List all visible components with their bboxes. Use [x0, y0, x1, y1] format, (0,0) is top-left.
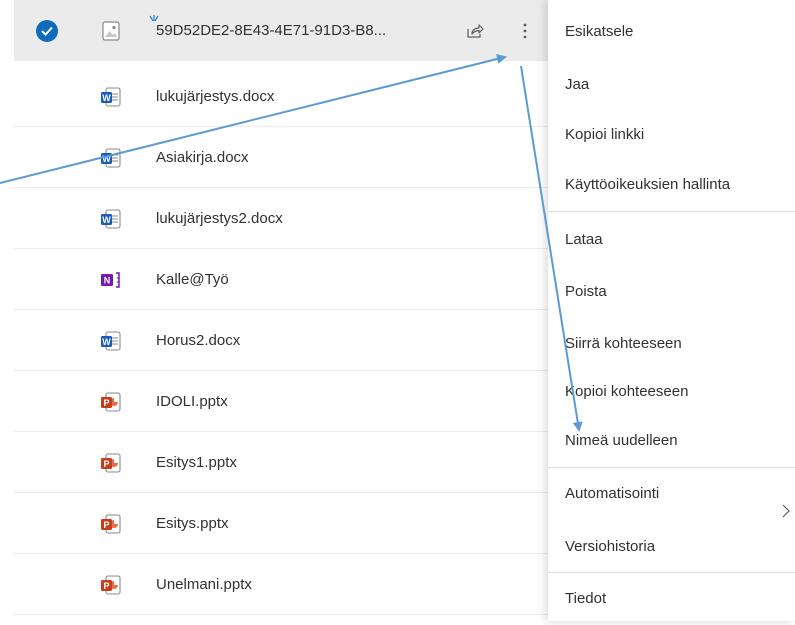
- file-row[interactable]: W Horus2.docx: [14, 310, 548, 371]
- menu-item-automate-label: Automatisointi: [565, 485, 660, 502]
- file-name[interactable]: Unelmani.pptx: [156, 554, 252, 615]
- menu-item-version-history[interactable]: Versiohistoria: [548, 520, 795, 573]
- powerpoint-file-icon: P: [100, 391, 122, 413]
- svg-text:P: P: [103, 398, 109, 408]
- svg-text:W: W: [102, 337, 111, 347]
- menu-item-copy-link[interactable]: Kopioi linkki: [548, 108, 795, 161]
- menu-divider: [548, 211, 795, 212]
- file-name[interactable]: Horus2.docx: [156, 310, 240, 371]
- svg-text:P: P: [103, 581, 109, 591]
- menu-item-move-to[interactable]: Siirrä kohteeseen: [548, 317, 795, 370]
- powerpoint-file-icon: P: [100, 574, 122, 596]
- file-row-selected[interactable]: 59D52DE2-8E43-4E71-91D3-B8...: [14, 0, 548, 61]
- menu-item-preview[interactable]: Esikatsele: [548, 5, 795, 58]
- powerpoint-file-icon: P: [100, 513, 122, 535]
- chevron-right-icon: [781, 487, 791, 518]
- menu-item-automate[interactable]: Automatisointi: [548, 467, 795, 520]
- menu-item-manage-access[interactable]: Käyttöoikeuksien hallinta: [548, 158, 795, 211]
- file-name[interactable]: IDOLI.pptx: [156, 371, 228, 432]
- file-row[interactable]: P Esitys1.pptx: [14, 432, 548, 493]
- word-file-icon: W: [100, 86, 122, 108]
- menu-item-details[interactable]: Tiedot: [548, 572, 795, 625]
- file-name[interactable]: Kalle@Työ: [156, 249, 229, 310]
- svg-text:N: N: [104, 276, 111, 286]
- file-name[interactable]: Esitys.pptx: [156, 493, 229, 554]
- context-menu: Esikatsele Jaa Kopioi linkki Käyttöoikeu…: [548, 0, 795, 621]
- menu-item-rename[interactable]: Nimeä uudelleen: [548, 414, 795, 467]
- file-row[interactable]: P Unelmani.pptx: [14, 554, 548, 615]
- file-row[interactable]: N Kalle@Työ: [14, 249, 548, 310]
- svg-text:W: W: [102, 93, 111, 103]
- menu-item-delete[interactable]: Poista: [548, 265, 795, 318]
- menu-item-share[interactable]: Jaa: [548, 58, 795, 111]
- svg-text:P: P: [103, 520, 109, 530]
- file-row[interactable]: P Esitys.pptx: [14, 493, 548, 554]
- menu-item-copy-to[interactable]: Kopioi kohteeseen: [548, 365, 795, 418]
- word-file-icon: W: [100, 147, 122, 169]
- menu-item-download[interactable]: Lataa: [548, 213, 795, 266]
- file-row[interactable]: W Asiakirja.docx: [14, 127, 548, 188]
- word-file-icon: W: [100, 330, 122, 352]
- word-file-icon: W: [100, 208, 122, 230]
- file-name[interactable]: lukujärjestys2.docx: [156, 188, 283, 249]
- svg-text:W: W: [102, 154, 111, 164]
- file-name[interactable]: Esitys1.pptx: [156, 432, 237, 493]
- more-vertical-icon[interactable]: [517, 18, 533, 44]
- svg-text:P: P: [103, 459, 109, 469]
- image-file-icon: [100, 20, 122, 42]
- file-name[interactable]: 59D52DE2-8E43-4E71-91D3-B8...: [156, 0, 386, 61]
- file-name[interactable]: lukujärjestys.docx: [156, 66, 274, 127]
- file-row[interactable]: W lukujärjestys.docx: [14, 66, 548, 127]
- file-row[interactable]: P IDOLI.pptx: [14, 371, 548, 432]
- onenote-file-icon: N: [100, 269, 122, 291]
- file-name[interactable]: Asiakirja.docx: [156, 127, 249, 188]
- file-row[interactable]: W lukujärjestys2.docx: [14, 188, 548, 249]
- powerpoint-file-icon: P: [100, 452, 122, 474]
- checkmark-circle-icon[interactable]: [36, 20, 58, 42]
- share-icon[interactable]: [464, 20, 486, 42]
- svg-text:W: W: [102, 215, 111, 225]
